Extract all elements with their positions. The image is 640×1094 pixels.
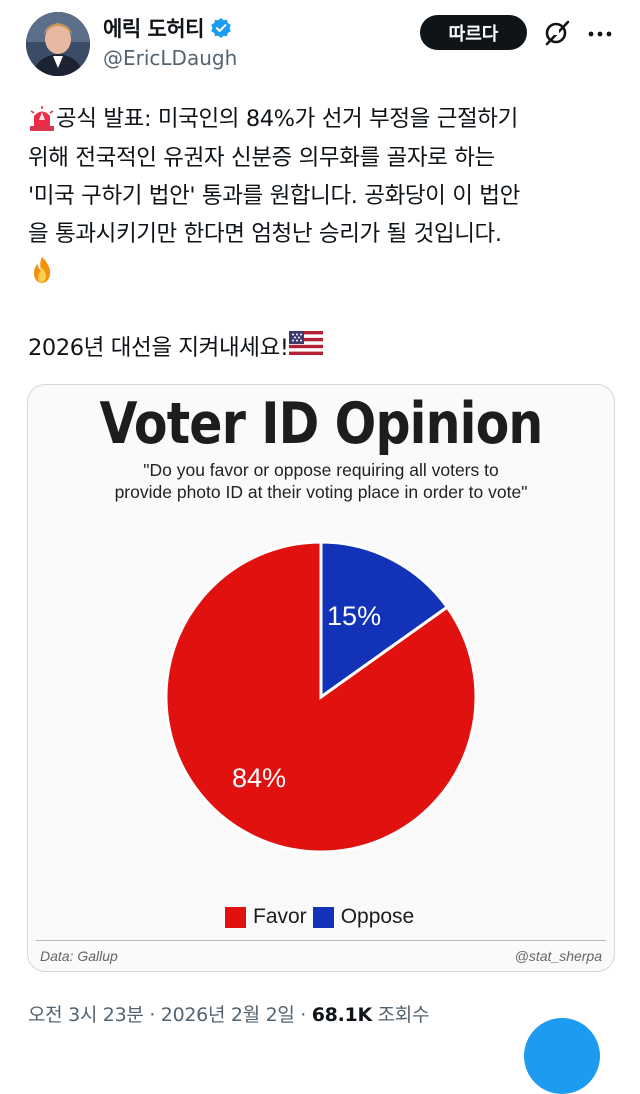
tweet-meta: 오전 3시 23분 · 2026년 2월 2일 · 68.1K 조회수 xyxy=(28,1000,429,1027)
tweet-line-4: 을 통과시키기만 한다면 엄청난 승리가 될 것입니다. xyxy=(28,220,502,247)
tweet-text: 공식 발표: 미국인의 84%가 선거 부정을 근절하기 위해 전국적인 유권자… xyxy=(28,100,618,291)
tweet-line-5: 2026년 대선을 지켜내세요! xyxy=(28,335,289,361)
legend-item-favor: Favor xyxy=(225,905,307,929)
chart-source: Data: Gallup xyxy=(40,948,118,964)
tweet-line-3: '미국 구하기 법안' 통과를 원합니다. 공화당이 이 법안 xyxy=(28,182,520,209)
chart-footer-divider xyxy=(36,940,606,941)
avatar-image xyxy=(26,12,90,76)
meta-separator: · xyxy=(143,1004,161,1026)
legend-label-oppose: Oppose xyxy=(340,905,415,928)
chart-credit: @stat_sherpa xyxy=(514,948,602,964)
chart-legend: Favor Oppose xyxy=(225,905,420,929)
legend-swatch-oppose xyxy=(312,906,334,928)
tweet-date[interactable]: 2026년 2월 2일 xyxy=(161,1004,295,1026)
legend-label-favor: Favor xyxy=(253,905,307,928)
pie-label-oppose: 15% xyxy=(327,601,381,631)
grok-icon[interactable] xyxy=(542,18,572,48)
display-name-text[interactable]: 에릭 도허티 xyxy=(103,13,204,43)
verified-badge-icon xyxy=(210,17,232,39)
fire-emoji-line xyxy=(28,253,618,292)
tweet-header: 에릭 도허티 @EricLDaugh 따르다 xyxy=(0,0,640,90)
follow-button[interactable]: 따르다 xyxy=(420,15,527,50)
legend-item-oppose: Oppose xyxy=(312,905,415,929)
user-handle[interactable]: @EricLDaugh xyxy=(103,46,237,70)
pie-chart: 15% 84% xyxy=(164,540,478,854)
avatar[interactable] xyxy=(26,12,90,76)
tweet-line: 공식 발표: 미국인의 84%가 선거 부정을 근절하기 xyxy=(28,100,618,139)
chart-image[interactable]: Voter ID Opinion "Do you favor or oppose… xyxy=(27,384,615,972)
pie-label-favor: 84% xyxy=(232,763,286,793)
legend-swatch-favor xyxy=(225,906,246,928)
fire-emoji-icon xyxy=(28,253,56,291)
views-count: 68.1K xyxy=(311,1004,372,1026)
tweet-paragraph-2: 2026년 대선을 지켜내세요! xyxy=(28,330,323,362)
tweet-line-1: 공식 발표: 미국인의 84%가 선거 부정을 근절하기 xyxy=(56,106,518,132)
more-icon[interactable] xyxy=(586,24,614,37)
display-name[interactable]: 에릭 도허티 xyxy=(103,13,232,43)
views-label: 조회수 xyxy=(371,1004,430,1026)
siren-emoji-icon xyxy=(28,101,56,139)
meta-separator-2: · xyxy=(294,1004,312,1026)
us-flag-emoji-icon xyxy=(288,331,323,361)
tweet-time[interactable]: 오전 3시 23분 xyxy=(28,1004,144,1026)
compose-fab-button[interactable] xyxy=(524,1018,600,1094)
tweet-line-2: 위해 전국적인 유권자 신분증 의무화를 골자로 하는 xyxy=(28,144,495,171)
